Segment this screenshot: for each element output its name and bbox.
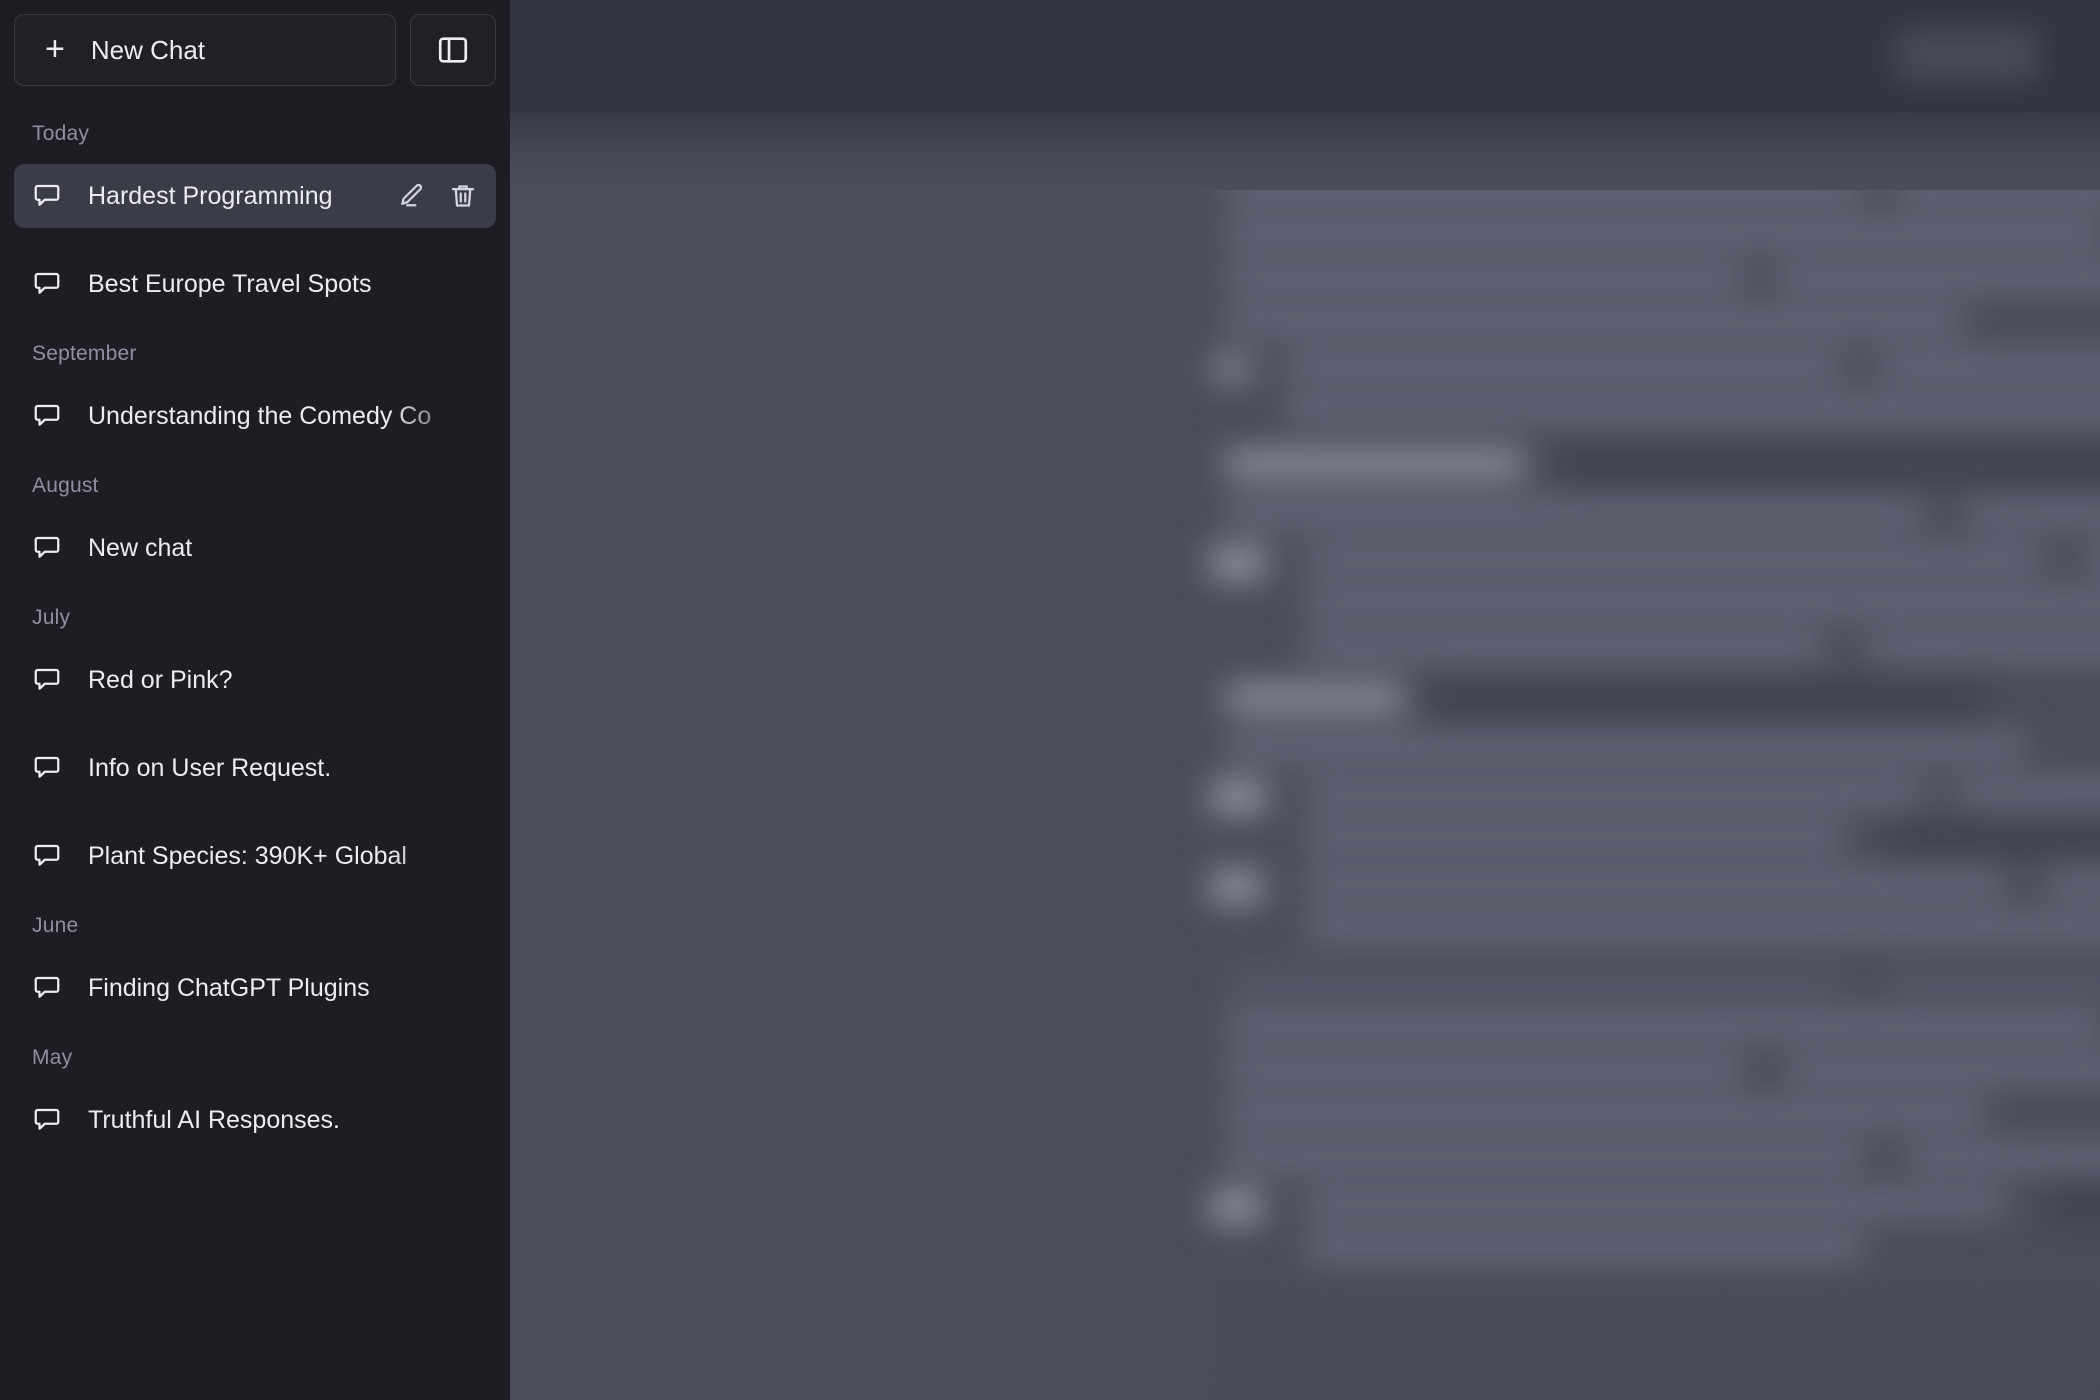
message-bubble-icon	[32, 841, 62, 871]
history-group-label: Today	[32, 122, 90, 145]
message-bubble-icon	[32, 753, 62, 783]
chat-history-item[interactable]: Info on User Request.	[14, 736, 496, 800]
blurred-text-line	[1210, 782, 1266, 812]
chat-history-item-title: Hardest Programming	[88, 181, 333, 210]
blurred-text-line	[1225, 1146, 1865, 1168]
blurred-text-line	[1225, 1102, 1985, 1124]
message-bubble-icon	[32, 665, 62, 695]
blurred-text-line	[1210, 548, 1266, 578]
history-group-label: September	[32, 342, 137, 365]
blurred-text-line	[1305, 548, 2045, 570]
new-chat-button[interactable]: + New Chat	[14, 14, 396, 86]
blurred-message-content	[1210, 122, 2100, 1400]
chat-history-list[interactable]: Today Hardest Programming Best Europe Trav…	[0, 110, 510, 1172]
blurred-text-line	[1225, 266, 1745, 288]
blurred-text-line	[1210, 1192, 1262, 1222]
chat-history-item[interactable]: Finding ChatGPT Plugins	[14, 956, 496, 1020]
app-root: + New Chat Today Hardest Programming Best …	[0, 0, 2100, 1400]
sidebar-toggle-icon	[436, 33, 470, 67]
blurred-text-line	[1225, 1058, 1745, 1080]
blurred-text-line	[1305, 872, 2005, 894]
history-group-label: July	[32, 606, 71, 629]
blurred-text-line	[1965, 502, 2100, 524]
sidebar-header: + New Chat	[0, 0, 510, 86]
sidebar-toggle-button[interactable]	[410, 14, 496, 86]
chat-history-item[interactable]: Plant Species: 390K+ Global	[14, 824, 496, 888]
blurred-text-line	[1225, 502, 1925, 524]
blurred-text-line	[1305, 592, 2100, 614]
blurred-text-line	[1225, 310, 1965, 332]
chat-history-item-title: Red or Pink?	[88, 665, 233, 694]
blurred-text-line	[2045, 872, 2100, 894]
message-bubble-icon	[32, 533, 62, 563]
blurred-text-line	[1305, 782, 1925, 804]
chat-history-item-title: Plant Species: 390K+ Global	[88, 841, 407, 870]
pencil-edit-icon[interactable]	[396, 181, 426, 211]
blurred-text-line	[2045, 1188, 2100, 1222]
blurred-text-line	[1210, 356, 1254, 382]
blurred-text-line	[1225, 452, 1525, 476]
blurred-text-line	[1885, 822, 2100, 856]
blurred-text-line	[1955, 782, 2100, 804]
chat-history-item[interactable]: Understanding the Comedy Co	[14, 384, 496, 448]
chat-history-sidebar: + New Chat Today Hardest Programming Best …	[0, 0, 510, 1400]
chat-history-item-title: Info on User Request.	[88, 753, 332, 782]
blurred-text-line	[1305, 826, 1845, 848]
blurred-text-line	[1425, 682, 1985, 716]
chat-history-item-title: Best Europe Travel Spots	[88, 269, 372, 298]
blurred-text-line	[1225, 686, 1405, 710]
history-group-label: June	[32, 914, 79, 937]
chat-history-item-active[interactable]: Hardest Programming	[14, 164, 496, 228]
conversation-header-bar	[510, 0, 2100, 112]
chat-history-item-title: Understanding the Comedy Co	[88, 401, 432, 430]
blurred-text-line	[1305, 916, 2100, 938]
plus-icon: +	[45, 29, 65, 68]
message-bubble-icon	[32, 401, 62, 431]
conversation-panel	[510, 0, 2100, 1400]
blurred-text-line	[1555, 448, 2100, 482]
blurred-text-line	[1785, 1058, 2100, 1080]
blurred-text-line	[1305, 636, 1825, 658]
blurred-text-line	[1885, 970, 2100, 992]
trash-delete-icon[interactable]	[448, 181, 478, 211]
blurred-text-line	[1875, 354, 2100, 376]
chat-history-item[interactable]: New chat	[14, 516, 496, 580]
blurred-text-line	[1225, 222, 2100, 244]
chat-history-item-title: New chat	[88, 533, 193, 562]
blurred-text-line	[1305, 1192, 2005, 1214]
content-bottom-fade	[1215, 1280, 2100, 1400]
blurred-text-line	[1225, 970, 1845, 992]
blurred-text-line	[1225, 1014, 2100, 1036]
chat-history-item[interactable]: Best Europe Travel Spots	[14, 252, 496, 316]
history-group-label: May	[32, 1046, 73, 1069]
blurred-text-line	[2085, 548, 2100, 570]
blurred-text-line	[1210, 872, 1262, 902]
header-gradient	[510, 112, 2100, 190]
chat-history-item[interactable]: Truthful AI Responses.	[14, 1088, 496, 1152]
message-bubble-icon	[32, 1105, 62, 1135]
blurred-text-line	[1225, 736, 2025, 758]
new-chat-label: New Chat	[90, 34, 206, 65]
message-bubble-icon	[32, 181, 62, 211]
chat-row-actions	[396, 181, 478, 211]
blurred-text-line	[1865, 636, 2100, 658]
history-group-label: August	[32, 474, 99, 497]
chat-history-item-title: Truthful AI Responses.	[88, 1105, 340, 1134]
header-action-blob[interactable]	[1892, 26, 2042, 84]
message-bubble-icon	[32, 269, 62, 299]
blurred-text-line	[1775, 266, 2100, 288]
blurred-text-line	[1285, 354, 1845, 376]
blurred-text-line	[1305, 1236, 1865, 1258]
chat-history-item[interactable]: Red or Pink?	[14, 648, 496, 712]
blurred-text-line	[1285, 398, 2100, 420]
blurred-text-line	[1905, 1146, 2100, 1168]
message-bubble-icon	[32, 973, 62, 1003]
chat-history-item-title: Finding ChatGPT Plugins	[88, 973, 370, 1002]
